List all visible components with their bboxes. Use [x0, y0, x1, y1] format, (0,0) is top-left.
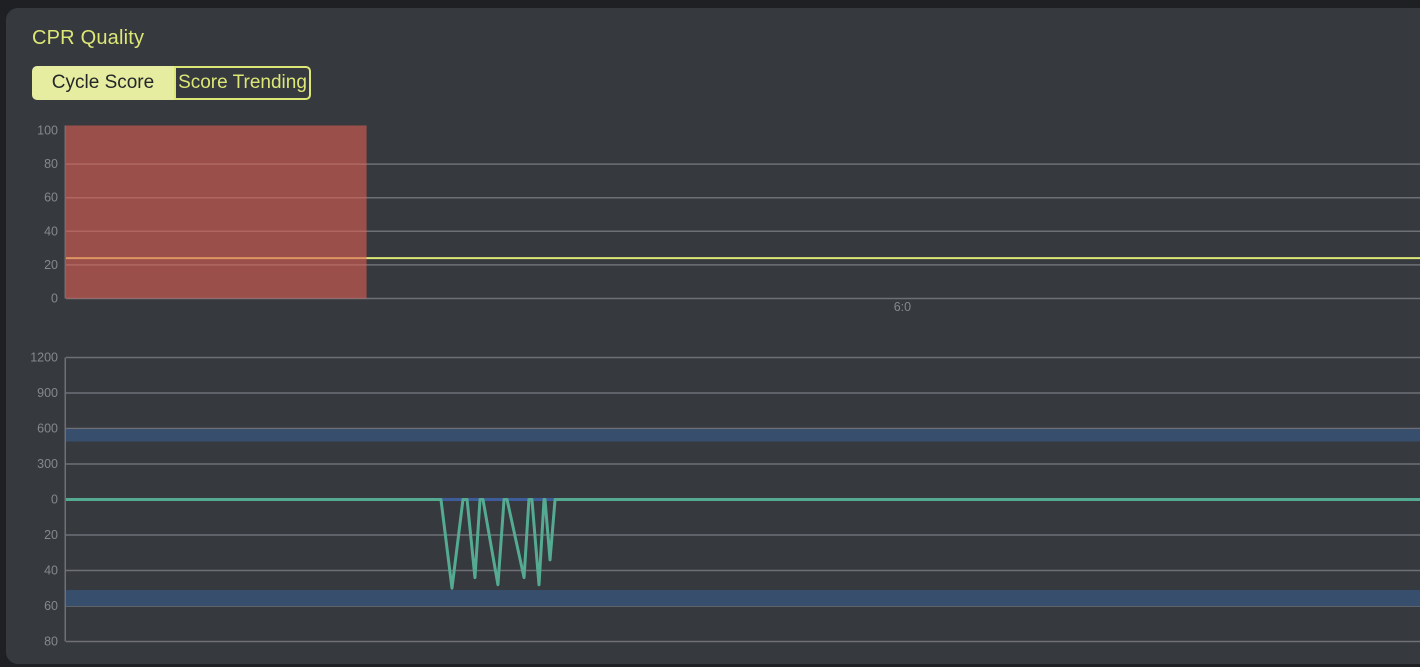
- y-axis-tick-label: 20: [44, 528, 58, 542]
- target-band: [66, 590, 1420, 606]
- tab-score-trending[interactable]: Score Trending: [174, 66, 311, 100]
- compression-waveform: [66, 500, 1420, 589]
- y-axis-tick-label: 900: [37, 386, 58, 400]
- y-axis-tick-label: 600: [37, 422, 58, 436]
- y-axis-tick-label: 40: [44, 564, 58, 578]
- y-axis-tick-label: 60: [44, 191, 58, 205]
- y-axis-tick-label: 300: [37, 457, 58, 471]
- tab-cycle-score[interactable]: Cycle Score: [32, 66, 174, 100]
- page: CPR Quality Cycle Score Score Trending 0…: [0, 0, 1420, 667]
- y-axis-tick-label: 0: [51, 493, 58, 507]
- y-axis-tick-label: 100: [37, 124, 58, 138]
- target-band: [66, 429, 1420, 441]
- alarm-region: [66, 125, 367, 298]
- y-axis-tick-label: 60: [44, 599, 58, 613]
- y-axis-tick-label: 20: [44, 258, 58, 272]
- compression-waveform-chart: 0 300 600 900 1200 20 40 60 80: [6, 348, 1420, 658]
- cycle-score-chart: 0 20 40 60 80 100 6:0: [6, 118, 1420, 318]
- view-toggle: Cycle Score Score Trending: [32, 66, 311, 100]
- y-axis-tick-label: 80: [44, 635, 58, 649]
- y-axis-tick-label: 80: [44, 157, 58, 171]
- y-axis-tick-label: 0: [51, 292, 58, 306]
- cpr-quality-card: CPR Quality Cycle Score Score Trending 0…: [6, 8, 1420, 664]
- x-axis-tick-label: 6:0: [894, 300, 911, 314]
- y-axis-tick-label: 1200: [30, 351, 58, 365]
- y-axis-tick-label: 40: [44, 224, 58, 238]
- page-title: CPR Quality: [32, 27, 144, 50]
